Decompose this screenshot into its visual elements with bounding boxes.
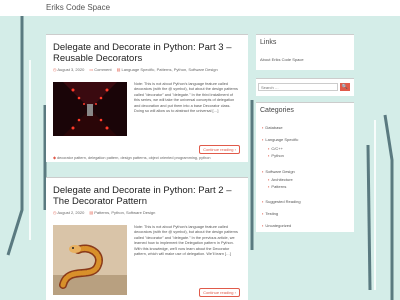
category-label: Testing [265,211,279,216]
category-language-specific[interactable]: ▪ Language Specific [262,137,298,142]
folder-icon: ▤ [89,210,94,215]
categories-widget: Categories ▪ Database ▪ Language Specific … [256,102,354,232]
category-software-design[interactable]: ▪ Software Design [262,169,295,174]
search-input[interactable] [258,83,338,91]
category-patterns[interactable]: ▪ Patterns [268,184,286,189]
search-button[interactable]: 🔍 [340,83,350,91]
post-card: Delegate and Decorate in Python: Part 2 … [46,177,248,300]
clock-icon: ◷ [53,210,57,215]
search-widget: 🔍 [256,78,354,96]
site-title[interactable]: Eriks Code Space [46,3,110,12]
clock-icon: ◷ [53,67,57,72]
category-label: Language Specific [265,137,299,142]
folder-icon: ▪ [268,184,270,189]
category-architecture[interactable]: ▪ Architecture [268,177,293,182]
category-c-cpp[interactable]: ▪ C/C++ [268,146,283,151]
link-about[interactable]: About Eriks Code Space [260,57,304,62]
arrow-right-icon: › [234,147,236,152]
folder-icon: ▪ [262,125,264,130]
folder-icon: ▪ [268,146,270,151]
category-uncategorized[interactable]: ▪ Uncategorized [262,223,291,228]
category-label: Uncategorized [265,223,292,228]
post-meta: ◷ August 3, 2020 ▭ Comment ▤ Language Sp… [53,67,218,72]
continue-reading-label: Continue reading [203,147,234,152]
post-thumbnail[interactable] [53,225,127,295]
tag-icon: ◆ [53,156,56,160]
post-title[interactable]: Delegate and Decorate in Python: Part 3 … [53,42,245,64]
folder-icon: ▪ [268,177,270,182]
continue-reading-button[interactable]: Continue reading › [199,288,240,297]
post-date[interactable]: August 3, 2020 [57,67,84,72]
post-excerpt: Note: This is not about Python's languag… [134,225,238,257]
post-comments-link[interactable]: Comment [94,67,111,72]
folder-icon: ▤ [116,67,121,72]
links-widget: Links About Eriks Code Space [256,34,354,70]
category-label: Patterns [271,184,287,189]
post-excerpt: Note: This is not about Python's languag… [134,82,238,114]
category-label: Python [271,153,284,158]
category-testing[interactable]: ▪ Testing [262,211,278,216]
category-database[interactable]: ▪ Database [262,125,283,130]
folder-icon: ▪ [262,169,264,174]
arrow-right-icon: › [234,290,236,295]
continue-reading-button[interactable]: Continue reading › [199,145,240,154]
comment-icon: ▭ [89,67,94,72]
folder-icon: ▪ [262,137,264,142]
category-suggested-reading[interactable]: ▪ Suggested Reading [262,199,301,204]
folder-icon: ▪ [262,199,264,204]
post-thumbnail[interactable] [53,82,127,136]
folder-icon: ▪ [262,223,264,228]
category-label: Architecture [271,177,293,182]
site-header: Eriks Code Space [0,0,400,16]
post-card: Delegate and Decorate in Python: Part 3 … [46,34,248,162]
continue-reading-label: Continue reading [203,290,234,295]
post-title[interactable]: Delegate and Decorate in Python: Part 2 … [53,185,245,207]
folder-icon: ▪ [262,211,264,216]
search-icon: 🔍 [341,84,349,90]
post-categories[interactable]: Patterns, Python, Software Design [94,210,155,215]
post-categories[interactable]: Language Specific, Patterns, Python, Sof… [121,67,217,72]
folder-icon: ▪ [268,153,270,158]
post-date[interactable]: August 2, 2020 [57,210,84,215]
category-label: Software Design [265,169,295,174]
post-tags: ◆ decorator pattern, delegation pattern,… [53,155,210,160]
categories-widget-title: Categories [260,107,294,114]
post-tags-list[interactable]: decorator pattern, delegation pattern, d… [57,156,210,160]
category-label: C/C++ [271,146,283,151]
category-label: Suggested Reading [265,199,301,204]
post-meta: ◷ August 2, 2020 ▤ Patterns, Python, Sof… [53,210,155,215]
category-label: Database [265,125,283,130]
links-widget-title: Links [260,39,277,46]
category-python[interactable]: ▪ Python [268,153,284,158]
